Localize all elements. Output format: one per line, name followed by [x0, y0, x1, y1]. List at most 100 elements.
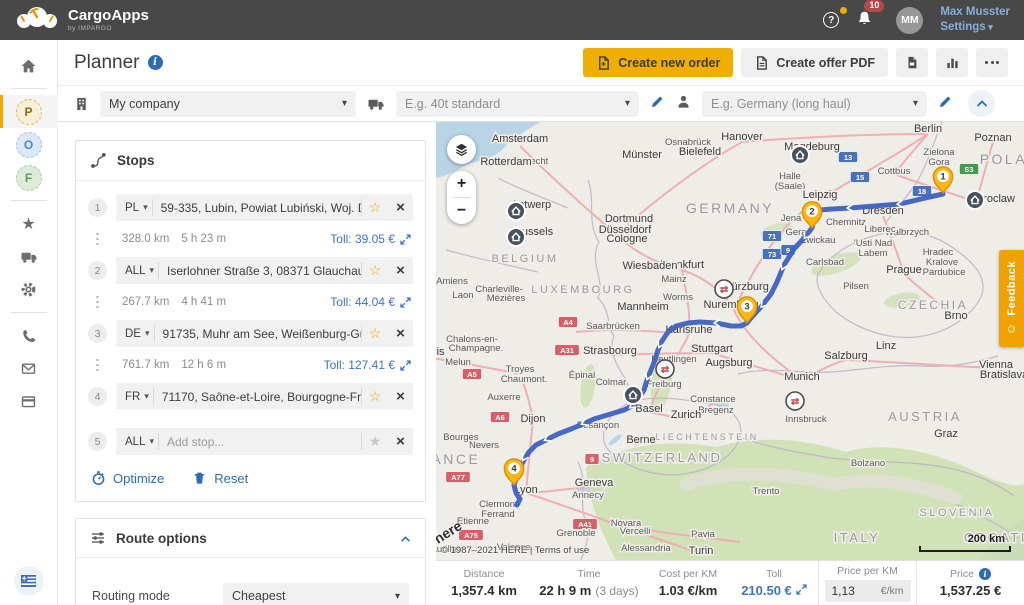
zoom-in-button[interactable]: +	[447, 171, 476, 197]
stop-address-input[interactable]: Add stop...	[159, 435, 361, 449]
sidebar-item-billing[interactable]	[0, 385, 58, 418]
stat-toll: Toll 210.50 €	[730, 561, 818, 605]
collapse-route-options-button[interactable]	[400, 531, 411, 546]
more-actions-button[interactable]	[976, 48, 1008, 77]
expand-icon	[400, 297, 411, 308]
company-select[interactable]: My company▾	[100, 91, 356, 117]
row-gap	[88, 415, 413, 428]
sidebar-item-planner[interactable]: P	[0, 95, 58, 128]
stop-address-input[interactable]: 91735, Muhr am See, Weißenburg-Gunz	[155, 327, 361, 341]
help-button[interactable]: ?	[823, 12, 839, 28]
statistics-button[interactable]	[936, 48, 968, 77]
price-info-icon[interactable]: i	[979, 568, 991, 580]
stop-input: DE91735, Muhr am See, Weißenburg-Gunz☆×	[116, 320, 413, 347]
sidebar-item-vehicles[interactable]	[0, 240, 58, 273]
country-select[interactable]: ALL	[116, 436, 158, 448]
remove-stop-button[interactable]: ×	[388, 433, 413, 450]
favorite-star-button[interactable]: ☆	[362, 262, 388, 279]
avatar[interactable]: MM	[896, 7, 923, 34]
leg-toll-link[interactable]: Toll: 44.04 €	[330, 295, 413, 309]
stop-address-input[interactable]: 59-335, Lubin, Powiat Lubiński, Woj. Do	[153, 201, 361, 215]
trash-icon	[192, 470, 207, 486]
stopwatch-icon	[91, 470, 106, 486]
map-attribution[interactable]: © 1987–2021 HERE | Terms of use	[441, 545, 589, 556]
price-per-km-input[interactable]: 1,13 €/km	[825, 580, 911, 602]
remove-stop-button[interactable]: ×	[388, 262, 413, 279]
town-label: Cottbus	[878, 166, 911, 177]
reset-button[interactable]: Reset	[192, 470, 248, 486]
sidebar-item-home[interactable]	[0, 49, 58, 82]
city-label: Amsterdam	[492, 133, 548, 145]
svg-text:4: 4	[511, 464, 517, 475]
svg-text:S3: S3	[964, 165, 973, 174]
sidebar-item-phone[interactable]	[0, 319, 58, 352]
remove-stop-button[interactable]: ×	[388, 388, 413, 405]
svg-text:A77: A77	[451, 473, 465, 482]
ellipsis-icon	[985, 61, 999, 64]
sidebar-item-orders[interactable]: O	[0, 128, 58, 161]
expand-toll-button[interactable]	[796, 583, 807, 598]
notifications-button[interactable]: 10	[856, 10, 873, 31]
country-select[interactable]: ALL	[116, 265, 158, 277]
home-poi-marker[interactable]	[791, 146, 809, 165]
stop-address-input[interactable]: Iserlohner Straße 3, 08371 Glauchau, Ge	[159, 264, 361, 278]
sidebar-item-fleet[interactable]: F	[0, 161, 58, 194]
country-select[interactable]: FR	[116, 391, 153, 403]
home-poi-marker[interactable]	[507, 228, 525, 247]
remove-stop-button[interactable]: ×	[388, 199, 413, 216]
drag-handle[interactable]	[88, 296, 107, 309]
leg-toll-link[interactable]: Toll: 39.05 €	[330, 232, 413, 246]
user-menu[interactable]: Max Musster Settings ▾	[940, 5, 1010, 35]
vehicle-select[interactable]: E.g. 40t standard▾	[396, 91, 639, 117]
home-poi-marker[interactable]	[624, 386, 642, 405]
road-shield: A31	[555, 345, 580, 356]
smiley-icon: ☺	[1004, 323, 1018, 335]
town-label: Grenoble	[556, 528, 595, 539]
transfer-poi-marker[interactable]: ⇄	[715, 280, 733, 299]
info-icon[interactable]: i	[148, 55, 163, 70]
svg-text:A31: A31	[560, 346, 574, 355]
remove-stop-button[interactable]: ×	[388, 325, 413, 342]
export-pdf-button[interactable]	[896, 48, 928, 77]
collapse-filters-button[interactable]	[968, 90, 995, 117]
transfer-poi-marker[interactable]: ⇄	[786, 392, 804, 411]
leg-toll-link[interactable]: Toll: 127.41 €	[324, 358, 413, 372]
city-label: Paris	[436, 346, 445, 358]
zoom-out-button[interactable]: −	[447, 198, 476, 224]
gauges-logo-icon	[14, 4, 60, 37]
sidebar-item-favorites[interactable]: ★	[0, 207, 58, 240]
language-flag-button[interactable]	[14, 566, 44, 596]
favorite-star-button[interactable]: ★	[362, 433, 388, 450]
country-label: BELGIUM	[491, 253, 558, 265]
create-offer-pdf-button[interactable]: Create offer PDF	[741, 48, 888, 77]
road-shield: 73	[762, 249, 781, 260]
chevron-up-icon	[976, 100, 988, 108]
chevron-down-icon: ▾	[342, 98, 347, 109]
routing-mode-select[interactable]: Cheapest▾	[223, 583, 409, 605]
favorite-star-button[interactable]: ☆	[362, 388, 388, 405]
app-logo[interactable]: CargoApps by IMPARGO	[14, 4, 149, 37]
feedback-tab[interactable]: Feedback ☺	[999, 250, 1024, 347]
stop-address-input[interactable]: 71170, Saône-et-Loire, Bourgogne-Fran	[154, 390, 361, 404]
create-new-order-button[interactable]: Create new order	[583, 48, 733, 77]
sidebar-item-mail[interactable]	[0, 352, 58, 385]
map-layers-button[interactable]	[447, 135, 476, 164]
sidebar-item-settings[interactable]	[0, 273, 58, 306]
map[interactable]: A4A31A5A6A77A75A41913157173918S3GERMANYP…	[436, 122, 1024, 560]
driver-profile-select[interactable]: E.g. Germany (long haul)▾	[702, 91, 927, 117]
home-poi-marker[interactable]	[966, 191, 984, 210]
optimize-button[interactable]: Optimize	[91, 470, 164, 486]
transfer-poi-marker[interactable]: ⇄	[656, 360, 674, 379]
favorite-star-button[interactable]: ☆	[362, 325, 388, 342]
drag-handle[interactable]	[88, 359, 107, 372]
drag-handle[interactable]	[88, 233, 107, 246]
country-select[interactable]: DE	[116, 328, 154, 340]
country-select[interactable]: PL	[116, 202, 152, 214]
brand-subtitle: by IMPARGO	[68, 25, 149, 32]
edit-vehicle-button[interactable]	[650, 94, 665, 114]
edit-profile-button[interactable]	[938, 94, 953, 114]
home-poi-marker[interactable]	[507, 202, 525, 221]
svg-text:9: 9	[590, 455, 594, 464]
favorite-star-button[interactable]: ☆	[362, 199, 388, 216]
sidebar-divider	[11, 312, 47, 313]
